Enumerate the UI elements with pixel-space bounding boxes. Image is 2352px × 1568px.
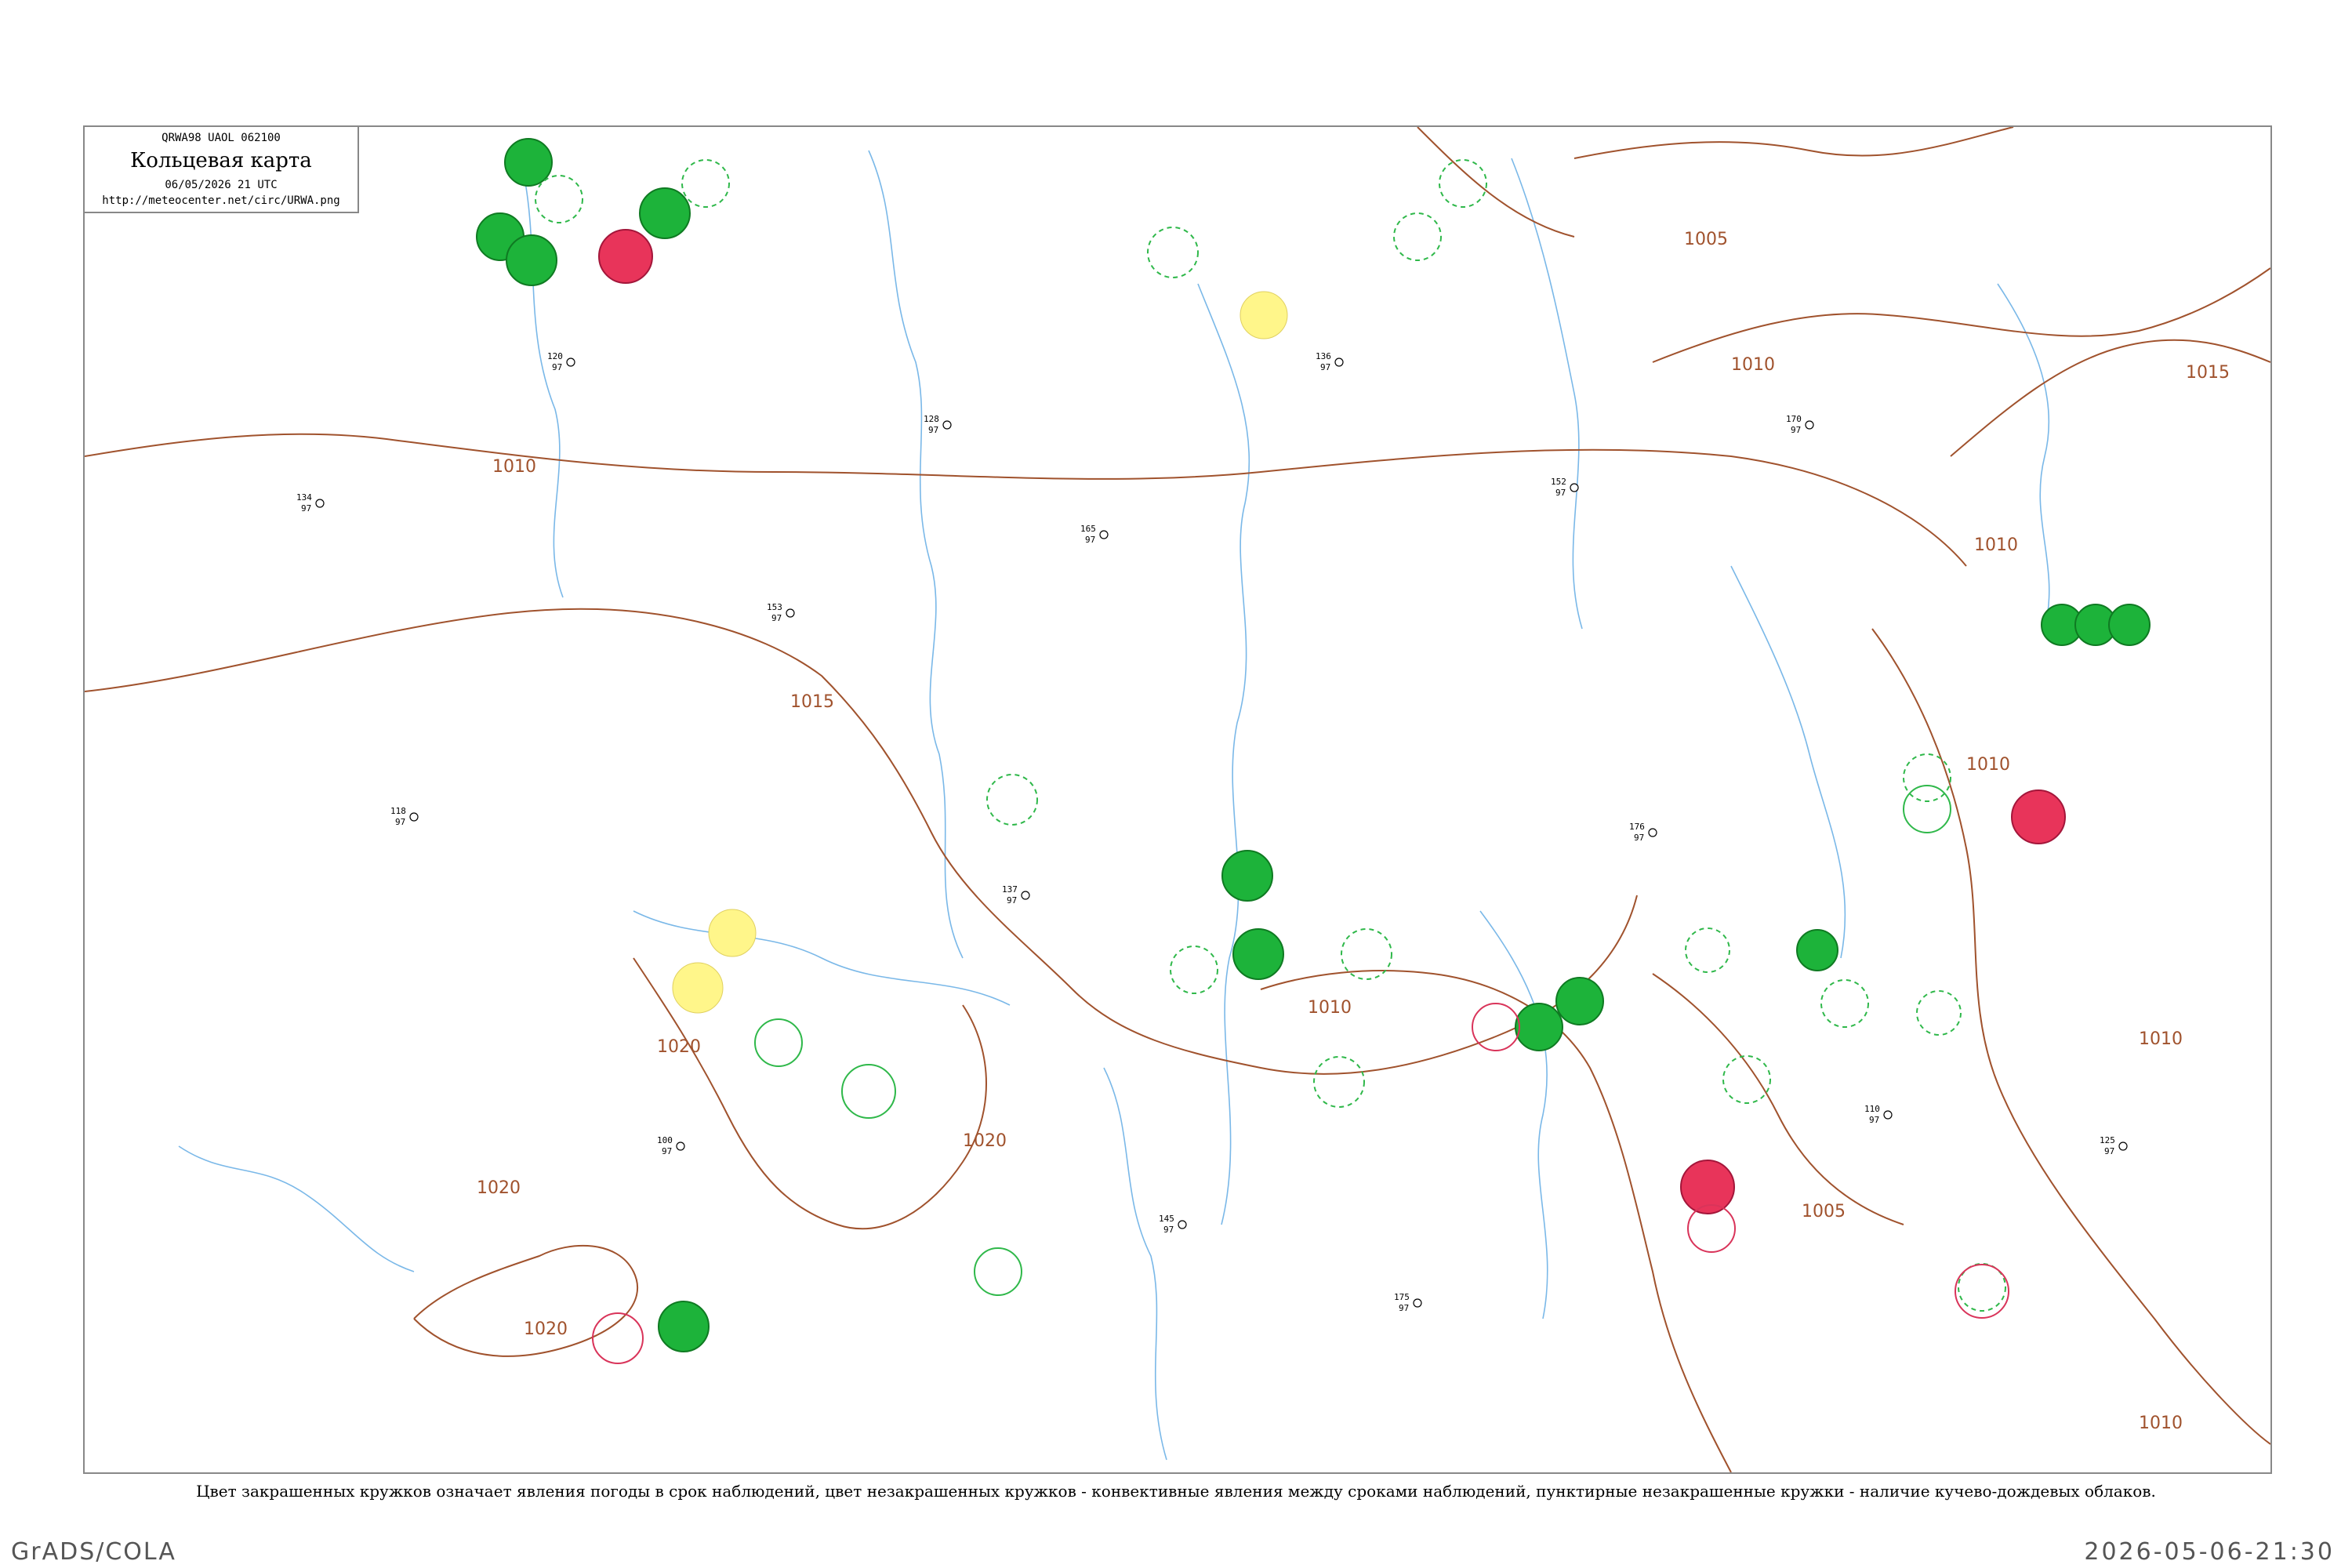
station-value: 97	[662, 1146, 672, 1156]
station-value: 97	[1163, 1225, 1174, 1235]
station-pressure: 125	[2100, 1135, 2115, 1145]
svg-text:1010: 1010	[1974, 535, 2018, 555]
station-value: 97	[1007, 895, 1017, 906]
station-marker	[1099, 530, 1109, 539]
station-marker	[1805, 420, 1814, 430]
station-marker	[1570, 483, 1579, 492]
station-value: 97	[1399, 1303, 1409, 1313]
station-pressure: 118	[390, 806, 406, 816]
station-marker	[1178, 1220, 1187, 1229]
map-caption: Цвет закрашенных кружков означает явлени…	[196, 1482, 2156, 1501]
station-pressure: 100	[657, 1135, 673, 1145]
station-value: 97	[1869, 1115, 1879, 1125]
station-pressure: 137	[1002, 884, 1018, 895]
station-value: 97	[1085, 535, 1095, 545]
isobar-1020-south	[413, 1244, 638, 1357]
station-value: 97	[1555, 488, 1566, 498]
station-pressure: 120	[547, 351, 563, 361]
svg-text:1010: 1010	[1731, 355, 1775, 375]
present-weather-red	[598, 229, 2066, 1214]
isobar-1010-center	[1260, 970, 1732, 1472]
station-marker	[942, 420, 952, 430]
footer-software-label: GrADS/COLA	[11, 1538, 176, 1566]
svg-text:1015: 1015	[790, 692, 834, 712]
footer-timestamp: 2026-05-06-21:30	[2084, 1538, 2335, 1566]
station-value: 97	[1320, 362, 1330, 372]
station-pressure: 136	[1316, 351, 1331, 361]
station-pressure: 110	[1864, 1104, 1880, 1114]
svg-text:1020: 1020	[657, 1037, 701, 1057]
svg-text:1005: 1005	[1684, 230, 1728, 249]
station-marker	[676, 1142, 685, 1151]
station-plots: 1349712097153971289716597136971529717097…	[296, 351, 2128, 1313]
station-marker	[315, 499, 325, 508]
station-pressure: 165	[1080, 524, 1096, 534]
station-pressure: 176	[1629, 822, 1645, 832]
station-value: 97	[928, 425, 938, 435]
isobar-1010-west	[85, 433, 1967, 567]
station-value: 97	[771, 613, 782, 623]
station-value: 97	[2104, 1146, 2114, 1156]
station-pressure: 145	[1159, 1214, 1174, 1224]
station-marker	[1413, 1298, 1422, 1308]
station-marker	[1883, 1110, 1893, 1120]
map-title: Кольцевая карта	[130, 149, 312, 172]
isobar-1005	[1573, 127, 2014, 159]
svg-text:1005: 1005	[1802, 1202, 1846, 1221]
svg-text:1020: 1020	[477, 1178, 521, 1198]
bulletin-code: QRWA98 UAOL 062100	[162, 132, 281, 144]
station-marker	[1334, 358, 1344, 367]
map-datetime: 06/05/2026 21 UTC	[165, 179, 278, 191]
svg-text:1010: 1010	[1308, 998, 1352, 1018]
isobar-1015-east	[1950, 339, 2270, 457]
isobar-1005-ne	[1417, 127, 1575, 238]
station-value: 97	[552, 362, 562, 372]
station-value: 97	[1634, 833, 1644, 843]
present-weather-yellow	[672, 291, 1288, 1014]
station-pressure: 170	[1786, 414, 1802, 424]
svg-text:1010: 1010	[492, 457, 536, 477]
present-weather-green	[476, 138, 2151, 1352]
station-pressure: 153	[767, 602, 782, 612]
station-value: 97	[395, 817, 405, 827]
station-marker	[786, 608, 795, 618]
rivers	[178, 150, 2050, 1461]
map-canvas: 1005 1010 1015 1010 1015 1020 1020 1020 …	[85, 127, 2270, 1472]
station-marker	[2118, 1142, 2128, 1151]
station-marker	[566, 358, 575, 367]
svg-text:1015: 1015	[2186, 363, 2230, 383]
station-pressure: 152	[1551, 477, 1566, 487]
svg-text:1020: 1020	[524, 1319, 568, 1339]
isobar-1010-east	[1652, 267, 2270, 363]
map-url[interactable]: http://meteocenter.net/circ/URWA.png	[85, 194, 358, 207]
station-marker	[409, 812, 419, 822]
station-pressure: 134	[296, 492, 312, 503]
convective-rings-red	[592, 1003, 2009, 1364]
station-marker	[1021, 891, 1030, 900]
isobar-1010-se	[1871, 628, 2270, 1445]
station-pressure: 128	[924, 414, 939, 424]
station-value: 97	[301, 503, 311, 514]
map-title-box: QRWA98 UAOL 062100 Кольцевая карта 06/05…	[85, 127, 359, 213]
svg-text:1010: 1010	[2139, 1414, 2183, 1433]
svg-text:1010: 1010	[2139, 1029, 2183, 1049]
isobar-1015	[85, 608, 1638, 1075]
svg-text:1010: 1010	[1966, 755, 2010, 775]
station-pressure: 175	[1394, 1292, 1410, 1302]
weather-map: 1005 1010 1015 1010 1015 1020 1020 1020 …	[83, 125, 2272, 1474]
svg-text:1020: 1020	[963, 1131, 1007, 1151]
station-value: 97	[1791, 425, 1801, 435]
convective-rings-green	[754, 785, 1951, 1296]
isobar-labels: 1005 1010 1015 1010 1015 1020 1020 1020 …	[477, 230, 2230, 1433]
station-marker	[1648, 828, 1657, 837]
